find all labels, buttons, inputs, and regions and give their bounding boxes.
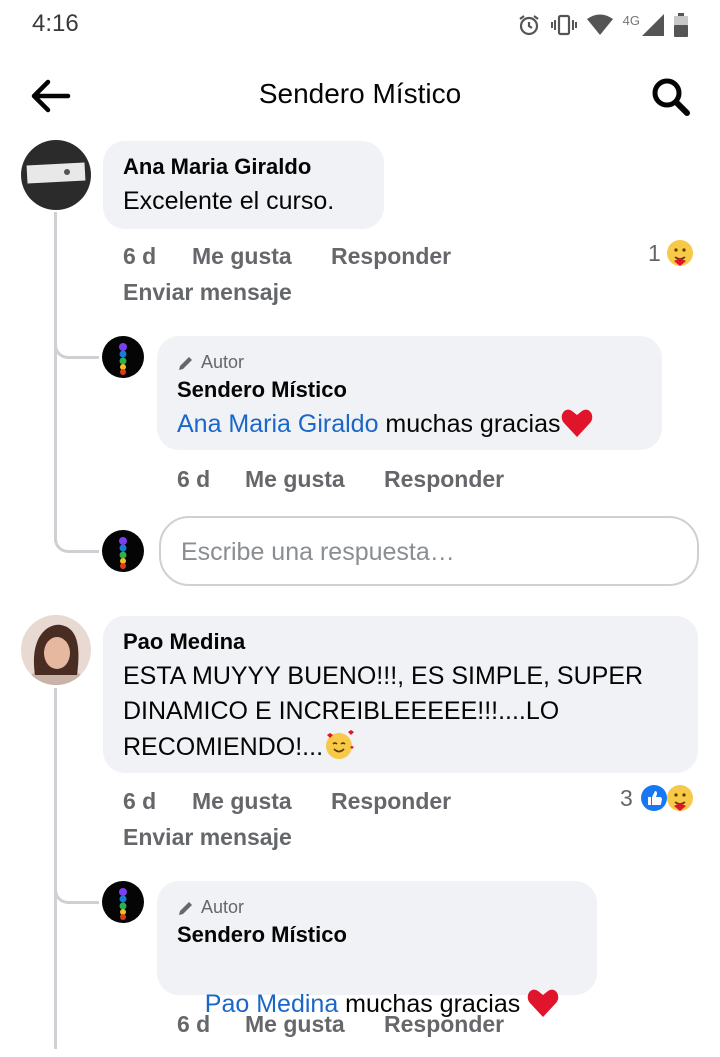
heart-emoji [527,989,559,1017]
reply-bubble[interactable]: Autor Sendero Místico Pao Medina muchas … [157,881,597,1018]
avatar[interactable] [21,140,91,210]
reply-text-body: muchas gracias [378,410,561,438]
heart-emoji [561,409,592,437]
comment-time: 6 d [123,243,157,269]
thread-line [54,212,57,542]
reaction-count: 3 [620,784,633,811]
signal-icon [642,14,664,36]
reply-time: 6 d [177,1011,211,1037]
reply-reply-button[interactable]: Responder [384,1011,504,1038]
reactions[interactable]: 1 [648,238,695,268]
comment-author[interactable]: Pao Medina [123,629,245,655]
reply-button[interactable]: Responder [331,243,451,270]
page-title: Sendero Místico [258,78,462,109]
comment-text-line: RECOMIENDO!... [123,733,324,761]
search-icon [652,78,690,116]
reply-reply-button[interactable]: Responder [384,466,504,493]
smiling-hearts-emoji [326,730,355,759]
vibrate-icon [550,14,577,36]
alarm-icon [518,15,539,36]
pencil-icon [179,356,192,370]
author-tag-label: Autor [201,352,245,372]
reply-connector [54,855,99,904]
status-icons: 4G [517,10,688,40]
reply-author[interactable]: Sendero Místico [177,377,347,403]
author-tag: Autor [177,897,244,918]
comment-bubble[interactable]: Ana Maria Giraldo Excelente el curso. [103,141,384,229]
like-button[interactable]: Me gusta [192,788,292,815]
author-tag: Autor [177,352,244,373]
search-button[interactable] [648,74,694,120]
hug-emoji [666,240,693,266]
reply-author[interactable]: Sendero Místico [177,922,347,948]
mention-link[interactable]: Ana Maria Giraldo [177,410,378,438]
author-avatar[interactable] [102,881,144,923]
like-button[interactable]: Me gusta [192,243,292,270]
comment-author[interactable]: Ana Maria Giraldo [123,154,311,180]
reply-connector [54,310,99,359]
reply-bubble[interactable]: Autor Sendero Místico Ana Maria Giraldo … [157,336,662,450]
comment-text-line: ESTA MUYYY BUENO!!!, ES SIMPLE, SUPER [123,662,644,690]
reaction-count: 1 [648,239,661,266]
battery-icon [674,13,688,37]
reactions[interactable]: 3 [620,783,695,813]
avatar[interactable] [21,615,91,685]
author-tag-label: Autor [201,897,245,917]
reply-input-placeholder: Escribe una respuesta… [181,538,455,566]
reply-text: Ana Maria Giraldo muchas gracias [177,407,593,442]
comment-text: Excelente el curso. [123,187,335,215]
hug-emoji [666,785,693,811]
wifi-icon [586,14,613,35]
status-time: 4:16 [32,10,79,37]
network-label: 4G [622,12,640,28]
author-avatar[interactable] [102,336,144,378]
reply-button[interactable]: Responder [331,788,451,815]
reply-like-button[interactable]: Me gusta [245,1011,345,1038]
reply-input[interactable]: Escribe una respuesta… [159,516,699,586]
reply-time: 6 d [177,466,211,492]
reply-like-button[interactable]: Me gusta [245,466,345,493]
pencil-icon [179,901,192,915]
current-user-avatar [102,530,144,572]
comment-text-line-last: RECOMIENDO!... [123,729,355,765]
reply-text: Pao Medina muchas gracias [177,952,559,1057]
send-message-button[interactable]: Enviar mensaje [123,279,292,306]
comment-bubble[interactable]: Pao Medina ESTA MUYYY BUENO!!!, ES SIMPL… [103,616,698,773]
send-message-button[interactable]: Enviar mensaje [123,824,292,851]
reply-connector [54,500,99,553]
comment-text-line: DINAMICO E INCREIBLEEEEE!!!....LO [123,697,560,725]
comment-time: 6 d [123,788,157,814]
